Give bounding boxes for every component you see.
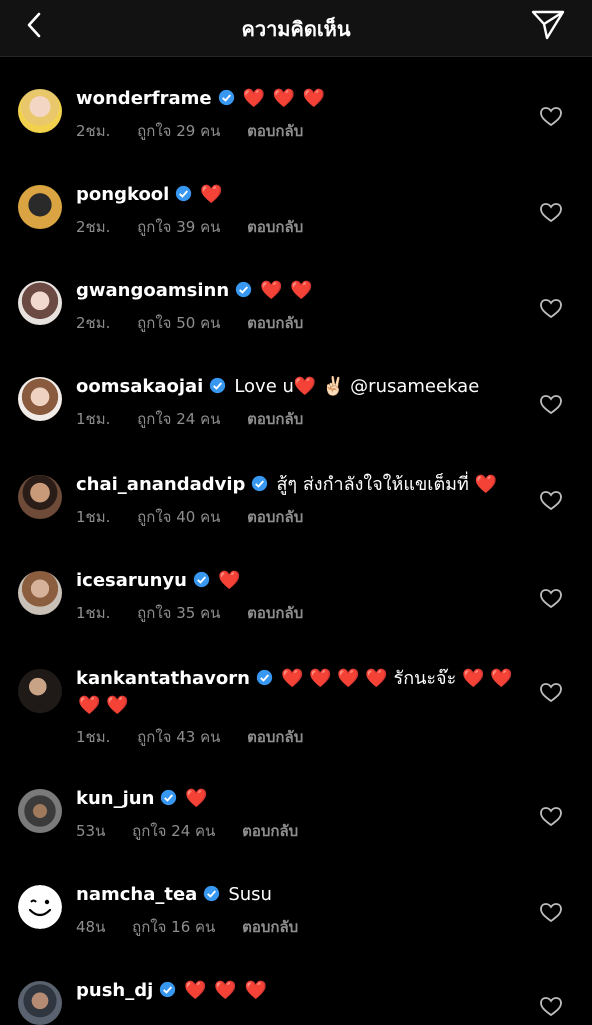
avatar[interactable]	[18, 981, 62, 1025]
reply-button[interactable]: ตอบกลับ	[247, 604, 303, 622]
comment-time: 1ชม.	[76, 508, 111, 526]
comment-likes[interactable]: ถูกใจ 39 คน	[137, 218, 220, 236]
comment-likes[interactable]: ถูกใจ 16 คน	[132, 918, 215, 936]
comment-username[interactable]: namcha_tea	[76, 884, 197, 905]
comment-hearts: ❤️	[200, 184, 224, 205]
comment-likes[interactable]: ถูกใจ 50 คน	[137, 314, 220, 332]
comment-username[interactable]: icesarunyu	[76, 570, 187, 591]
heart-outline-icon[interactable]	[540, 589, 562, 609]
heart-outline-icon[interactable]	[540, 203, 562, 223]
comment-username[interactable]: push_dj	[76, 980, 153, 1001]
reply-button[interactable]: ตอบกลับ	[242, 918, 298, 936]
comment-likes[interactable]: ถูกใจ 24 คน	[132, 822, 215, 840]
avatar[interactable]	[18, 475, 62, 519]
heart-outline-icon[interactable]	[540, 299, 562, 319]
comment-time: 53น	[76, 822, 106, 840]
reply-button[interactable]: ตอบกลับ	[247, 508, 303, 526]
comment-time: 2ชม.	[76, 122, 111, 140]
comment-username[interactable]: pongkool	[76, 184, 169, 205]
smiley-avatar[interactable]	[18, 885, 62, 929]
comment-hearts: ❤️ ❤️ ❤️	[184, 980, 268, 1001]
verified-badge-icon	[161, 789, 177, 806]
comment-username[interactable]: chai_anandadvip	[76, 474, 245, 495]
heart-outline-icon[interactable]	[540, 395, 562, 415]
comment-username[interactable]: oomsakaojai	[76, 376, 203, 397]
reply-button[interactable]: ตอบกลับ	[247, 218, 303, 236]
heart-outline-icon[interactable]	[540, 491, 562, 511]
comment-likes[interactable]: ถูกใจ 43 คน	[137, 728, 220, 746]
comment-likes[interactable]: ถูกใจ 40 คน	[137, 508, 220, 526]
comment-text: Susu	[228, 884, 272, 905]
avatar[interactable]	[18, 789, 62, 833]
reply-button[interactable]: ตอบกลับ	[247, 728, 303, 746]
verified-badge-icon	[252, 475, 268, 492]
heart-outline-icon[interactable]	[540, 683, 562, 703]
comment-time: 2ชม.	[76, 314, 111, 332]
comment-username[interactable]: wonderframe	[76, 88, 212, 109]
comment-text: Love u❤️ ✌🏻 @rusameekae	[234, 376, 480, 397]
comment-likes[interactable]: ถูกใจ 29 คน	[137, 122, 220, 140]
comment-text: สู้ๆ ส่งกำลังใจให้แขเต็มที่ ❤️	[276, 474, 498, 495]
comment-username[interactable]: gwangoamsinn	[76, 280, 229, 301]
heart-outline-icon[interactable]	[540, 903, 562, 923]
comment-text: ❤️ ❤️ ❤️ ❤️ รักนะจ๊ะ ❤️ ❤️	[280, 668, 513, 689]
comment-hearts: ❤️	[185, 788, 209, 809]
avatar[interactable]	[18, 377, 62, 421]
reply-button[interactable]: ตอบกลับ	[242, 822, 298, 840]
comment-hearts: ❤️	[217, 570, 242, 591]
comment-username[interactable]: kankantathavorn	[76, 668, 250, 689]
verified-badge-icon	[218, 89, 234, 106]
verified-badge-icon	[160, 981, 176, 998]
verified-badge-icon	[204, 885, 220, 902]
reply-button[interactable]: ตอบกลับ	[247, 314, 303, 332]
comment-hearts: ❤️ ❤️ ❤️	[242, 88, 327, 109]
top-bar: ความคิดเห็น	[0, 0, 592, 57]
heart-outline-icon[interactable]	[540, 807, 562, 827]
avatar[interactable]	[18, 89, 62, 133]
comment-likes[interactable]: ถูกใจ 35 คน	[137, 604, 220, 622]
reply-button[interactable]: ตอบกลับ	[247, 122, 303, 140]
verified-badge-icon	[235, 281, 252, 298]
comment-likes[interactable]: ถูกใจ 24 คน	[137, 410, 220, 428]
avatar[interactable]	[18, 669, 62, 713]
avatar[interactable]	[18, 281, 62, 325]
verified-badge-icon	[256, 669, 273, 686]
comment-username[interactable]: kun_jun	[76, 788, 154, 809]
comment-time: 1ชม.	[76, 604, 111, 622]
comment-time: 48น	[76, 918, 106, 936]
heart-outline-icon[interactable]	[540, 997, 562, 1017]
verified-badge-icon	[210, 377, 226, 394]
verified-badge-icon	[193, 571, 210, 588]
comment-time: 2ชม.	[76, 218, 111, 236]
comment-time: 1ชม.	[76, 410, 111, 428]
comment-hearts: ❤️ ❤️	[260, 280, 314, 301]
reply-button[interactable]: ตอบกลับ	[247, 410, 303, 428]
verified-badge-icon	[176, 185, 192, 202]
page-title: ความคิดเห็น	[241, 17, 351, 41]
comment-text-continued: ❤️ ❤️	[78, 695, 129, 716]
avatar[interactable]	[18, 185, 62, 229]
comment-time: 1ชม.	[76, 728, 111, 746]
avatar[interactable]	[18, 571, 62, 615]
direct-send-icon[interactable]	[530, 9, 566, 41]
heart-outline-icon[interactable]	[540, 107, 562, 127]
